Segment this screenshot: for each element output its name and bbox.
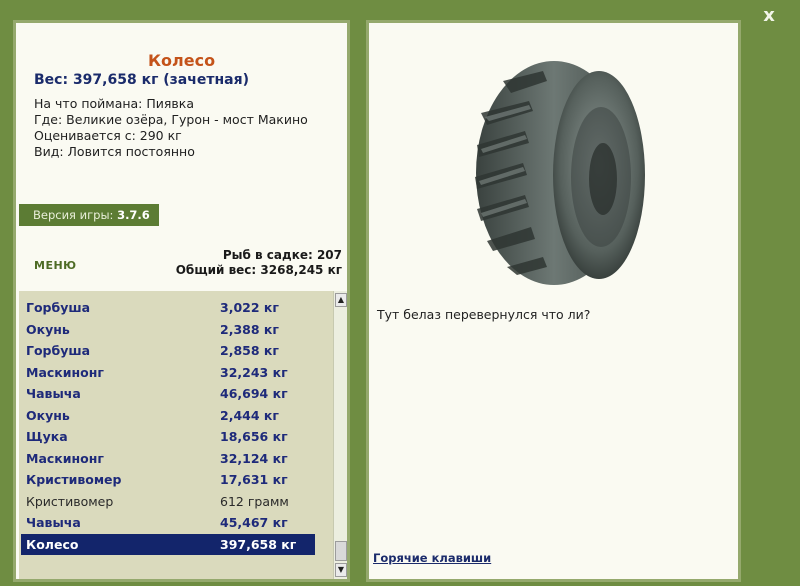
fish-list-item[interactable]: Колесо 397,658 кг	[21, 533, 315, 555]
fish-weight: 2,388 кг	[220, 321, 279, 337]
version-label: Версия игры:	[33, 208, 114, 222]
fish-list-item[interactable]: Кристивомер 17,631 кг	[21, 469, 315, 490]
tire-icon	[475, 61, 645, 285]
fish-list-item[interactable]: Горбуша 2,858 кг	[21, 340, 315, 361]
fish-list-item[interactable]: Чавыча 45,467 кг	[21, 512, 315, 533]
fish-weight: 32,124 кг	[220, 450, 288, 466]
list-scrollbar[interactable]: ▲ ▼	[333, 291, 347, 579]
fish-name: Маскинонг	[26, 364, 104, 380]
fish-weight: 397,658 кг	[220, 536, 297, 552]
fish-weight: 17,631 кг	[220, 472, 288, 487]
fish-name: Кристивомер	[26, 472, 122, 487]
fish-name: Чавыча	[26, 386, 81, 401]
fish-weight: 32,243 кг	[220, 364, 288, 380]
fish-list-item[interactable]: Окунь 2,444 кг	[21, 405, 315, 426]
catch-details-panel: Тут белаз перевернулся что ли? Горячие к…	[366, 20, 741, 582]
fish-list-item[interactable]: Окунь 2,388 кг	[21, 319, 315, 340]
catch-kind: Вид: Ловится постоянно	[34, 144, 195, 159]
catch-name: Колесо	[147, 51, 216, 70]
fish-count: Рыб в садке: 207	[222, 248, 342, 262]
catch-weight: Вес: 397,658 кг (зачетная)	[34, 72, 249, 88]
total-weight: Общий вес: 3268,245 кг	[175, 263, 342, 277]
fish-list-item[interactable]: Чавыча 46,694 кг	[21, 383, 315, 404]
catch-location: Где: Великие озёра, Гурон - мост Макино	[34, 112, 308, 127]
menu-button[interactable]: МЕНЮ	[34, 259, 77, 272]
fish-name: Колесо	[26, 536, 79, 552]
game-window: x Колесо Вес: 397,658 кг (зачетная) На ч…	[0, 0, 800, 586]
catch-rated-from: Оценивается с: 290 кг	[34, 128, 182, 143]
catch-details: На что поймана: Пиявка Где: Великие озёр…	[34, 96, 308, 160]
fish-weight: 2,444 кг	[220, 407, 279, 423]
fish-list[interactable]: Горбуша 3,022 кг Окунь 2,388 кг Горбуша 2,858…	[19, 291, 347, 579]
fish-weight: 3,022 кг	[220, 300, 279, 315]
catch-bait: На что поймана: Пиявка	[34, 96, 194, 111]
fish-name: Окунь	[26, 321, 70, 337]
fish-name: Кристивомер	[26, 493, 114, 509]
fish-weight: 46,694 кг	[220, 386, 288, 401]
fish-weight: 45,467 кг	[220, 515, 288, 530]
fish-weight: 612 грамм	[220, 493, 289, 509]
fish-name: Горбуша	[26, 343, 91, 358]
scroll-up-icon[interactable]: ▲	[335, 293, 347, 307]
version-value: 3.7.6	[117, 208, 150, 222]
fish-list-item[interactable]: Кристивомер 612 грамм	[21, 491, 315, 512]
game-version-bar: Версия игры: 3.7.6	[19, 204, 159, 226]
fish-name: Щука	[26, 429, 68, 444]
keepnet-stats: Рыб в садке: 207 Общий вес: 3268,245 кг	[176, 248, 342, 278]
catch-info-panel: Колесо Вес: 397,658 кг (зачетная) На что…	[13, 20, 350, 582]
fish-name: Маскинонг	[26, 450, 104, 466]
fish-name: Горбуша	[26, 300, 91, 315]
scroll-down-icon[interactable]: ▼	[335, 563, 347, 577]
fish-list-item[interactable]: Маскинонг 32,243 кг	[21, 362, 315, 383]
fish-weight: 18,656 кг	[220, 429, 288, 444]
tire-image	[459, 53, 659, 293]
fish-weight: 2,858 кг	[220, 343, 279, 358]
fish-list-item[interactable]: Щука 18,656 кг	[21, 426, 315, 447]
fish-list-item[interactable]: Горбуша 3,022 кг	[21, 297, 315, 318]
close-button[interactable]: x	[756, 4, 782, 28]
scroll-thumb[interactable]	[335, 541, 347, 561]
hotkeys-link[interactable]: Горячие клавиши	[373, 551, 491, 565]
catch-comment: Тут белаз перевернулся что ли?	[377, 307, 591, 322]
fish-name: Окунь	[26, 407, 70, 423]
fish-name: Чавыча	[26, 515, 81, 530]
fish-list-item[interactable]: Маскинонг 32,124 кг	[21, 448, 315, 469]
